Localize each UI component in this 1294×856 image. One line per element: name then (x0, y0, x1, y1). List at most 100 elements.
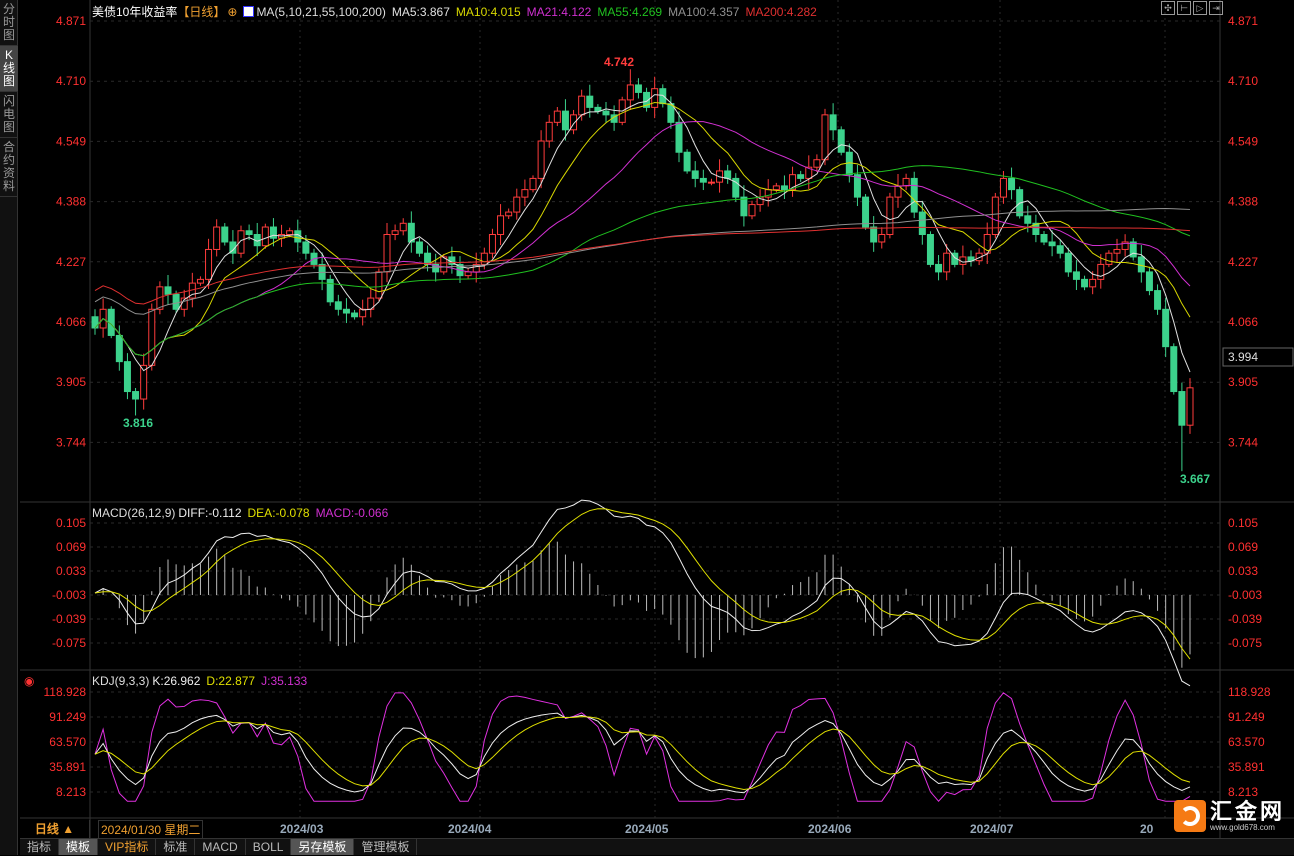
candle (464, 271, 472, 277)
candle (1024, 215, 1032, 224)
price-label-left: 4.549 (56, 134, 86, 148)
bottom-tab-5[interactable]: BOLL (246, 839, 292, 855)
price-label-right: 4.388 (1228, 195, 1258, 209)
dea-line (94, 508, 1191, 660)
kdj-label-right: 118.928 (1228, 685, 1271, 699)
price-label-right: 4.710 (1228, 74, 1258, 88)
kdj-label-left: 91.249 (49, 710, 86, 724)
candle (415, 241, 423, 254)
logo-icon (1174, 800, 1206, 832)
candle (561, 110, 569, 131)
price-label-left: 4.388 (56, 195, 86, 209)
month-label: 2024/04 (448, 822, 492, 836)
crosshair-icon[interactable]: ✣ (1161, 1, 1175, 15)
candle (902, 177, 910, 187)
candle (1162, 308, 1170, 348)
month-label: 20 (1140, 822, 1154, 836)
price-label-right: 3.905 (1228, 375, 1258, 389)
candle (699, 177, 707, 183)
candle (675, 121, 683, 153)
candle (164, 286, 172, 295)
bottom-tab-1[interactable]: 模板 (59, 839, 99, 855)
ma10-line (94, 102, 1191, 357)
scroll-right-icon[interactable]: ▷ (1193, 1, 1207, 15)
bottom-tab-2[interactable]: VIP指标 (98, 839, 157, 855)
candle (634, 84, 642, 93)
zoom-fit-icon[interactable]: ⊢ (1177, 1, 1191, 15)
candle (213, 226, 221, 250)
candle (659, 88, 667, 105)
candle (594, 106, 602, 112)
candle (521, 189, 529, 198)
candle (1178, 391, 1186, 426)
indicator-dot-icon[interactable]: ◉ (24, 674, 34, 688)
candle (707, 181, 715, 184)
bottom-tab-6[interactable]: 另存模板 (291, 839, 355, 855)
kdj-label-left: 8.213 (56, 785, 86, 799)
candle (1056, 245, 1064, 254)
ma-legend-2: MA21:4.122 (526, 5, 592, 19)
price-label-right: 4.871 (1228, 14, 1258, 28)
candle (724, 170, 732, 179)
kdj-legend: KDJ(9,3,3) K:26.962 D:22.877 J:35.133 (92, 674, 313, 688)
candle (115, 334, 123, 363)
candle (537, 140, 545, 179)
candle (1113, 248, 1121, 254)
candle (829, 114, 837, 131)
kdj-label-right: 8.213 (1228, 785, 1258, 799)
candle (1064, 252, 1072, 273)
bottom-tab-4[interactable]: MACD (195, 839, 246, 855)
macd-dea: DEA:-0.078 (247, 506, 310, 520)
ma-legend-1: MA10:4.015 (455, 5, 521, 19)
move-end-icon[interactable]: ⇥ (1209, 1, 1223, 15)
candle (488, 234, 496, 254)
candle (797, 174, 805, 179)
logo-name: 汇金网 (1210, 798, 1286, 824)
candle (910, 177, 918, 213)
macd-label-left: 0.033 (56, 564, 86, 578)
candle (740, 196, 748, 217)
kdj-label-right: 63.570 (1228, 735, 1265, 749)
settings-icon[interactable]: ⊕ (227, 5, 237, 19)
date-axis: 日线 ▲ 2024/01/30 星期二 2024/03 2024/04 2024/0… (20, 820, 1294, 840)
candle (237, 230, 245, 254)
candle (505, 211, 513, 217)
candle (813, 159, 821, 168)
bottom-tabs: 指标 模板 VIP指标 标准 MACD BOLL 另存模板 管理模板 (20, 838, 1294, 855)
chart-canvas[interactable]: 4.871 4.871 4.710 4.710 4.549 4.549 4.388 4.388… (0, 0, 1294, 838)
candle (935, 263, 943, 273)
period-toggle[interactable]: 日线 ▲ (20, 820, 90, 838)
logo-url: www.gold678.com (1210, 822, 1275, 832)
month-label: 2024/05 (625, 822, 669, 836)
candle (1008, 177, 1016, 191)
candle (261, 226, 269, 247)
candle (221, 226, 229, 243)
kdj-k: K:26.962 (152, 674, 201, 688)
candle (286, 230, 294, 236)
bottom-tab-3[interactable]: 标准 (156, 839, 196, 855)
macd-label-left: 0.105 (56, 516, 86, 530)
candle (586, 95, 594, 108)
price-label-left: 4.227 (56, 255, 86, 269)
candle (926, 234, 934, 265)
macd-title: MACD(26,12,9) (92, 506, 176, 520)
ma-params: MA(5,10,21,55,100,200) (256, 5, 386, 19)
month-label: 2024/06 (808, 822, 852, 836)
candle (205, 248, 213, 280)
candle (772, 185, 780, 191)
price-label-left: 4.066 (56, 315, 86, 329)
candle (1154, 290, 1162, 310)
macd-label-left: -0.075 (52, 636, 86, 650)
bottom-tab-7[interactable]: 管理模板 (354, 839, 418, 855)
candle (1081, 278, 1089, 288)
price-label-right: 3.744 (1228, 435, 1258, 449)
candle (245, 230, 253, 236)
bottom-tab-0[interactable]: 指标 (20, 839, 60, 855)
chart-icon[interactable] (243, 6, 255, 17)
price-label-left: 3.905 (56, 375, 86, 389)
macd-label-right: 0.033 (1228, 564, 1258, 578)
macd-value: MACD:-0.066 (315, 506, 389, 520)
candle (342, 308, 350, 314)
candle (878, 234, 886, 243)
candle (578, 95, 586, 116)
